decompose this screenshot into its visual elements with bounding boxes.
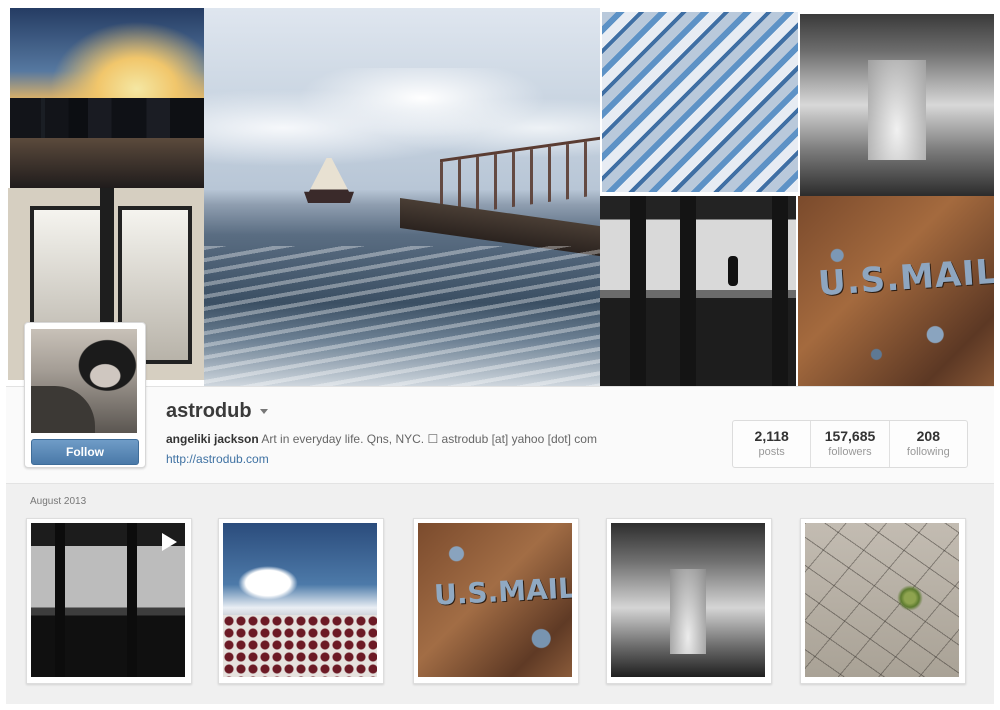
cover-photo-blue-texture[interactable] [602,12,798,192]
cover-photo-harbor[interactable] [204,8,600,386]
stat-followers[interactable]: 157,685 followers [811,421,890,467]
photo-card[interactable] [218,518,384,684]
mailbox-lettering: U.S.MAIL [433,571,572,612]
follow-button[interactable]: Follow [31,439,139,465]
cloud [233,563,303,603]
platform-pole [127,523,137,677]
profile-username[interactable]: astrodub [166,400,252,423]
station-column [630,196,646,392]
sprout [897,585,923,611]
skyline-silhouette [10,98,205,138]
profile-website-link[interactable]: http://astrodub.com [166,452,269,466]
following-count: 208 [916,428,940,444]
play-icon[interactable] [162,533,177,551]
posts-label: posts [758,446,785,458]
avatar-card: Follow [24,322,146,468]
photo-cracked-pavement [805,523,959,677]
cover-photo-mailbox[interactable]: U.S.MAIL [798,196,994,394]
cover-photo-skyline[interactable] [10,8,205,188]
profile-stats: 2,118 posts 157,685 followers 208 follow… [732,420,968,468]
walking-figure [728,256,738,286]
stat-following[interactable]: 208 following [890,421,967,467]
following-label: following [906,446,950,458]
stat-posts[interactable]: 2,118 posts [733,421,812,467]
photo-card[interactable] [26,518,192,684]
chevron-down-icon[interactable] [260,409,268,414]
month-label: August 2013 [30,496,87,507]
followers-label: followers [828,446,872,458]
cover-photo-walkway[interactable] [800,14,994,196]
photo-sky-building [223,523,377,677]
profile-page: U.S.MAIL Follow astrodub angeliki jackso… [0,0,1000,710]
platform-pole [55,523,65,677]
building-facade [223,615,377,677]
profile-bio: angeliki jackson Art in everyday life. Q… [166,432,597,446]
photo-card[interactable] [606,518,772,684]
profile-bio-text: Art in everyday life. Qns, NYC. ☐ astrod… [261,432,597,446]
harbor-waves [204,246,600,386]
avatar[interactable] [31,329,137,433]
station-column [680,196,696,392]
mailbox-lettering: U.S.MAIL [816,251,994,305]
station-column [772,196,788,392]
profile-full-name: angeliki jackson [166,432,259,446]
photo-station-platform [31,523,185,677]
cover-photo-station[interactable] [600,196,796,392]
water-reflection [10,138,205,188]
photo-card[interactable] [800,518,966,684]
followers-count: 157,685 [824,428,876,444]
photo-mailbox: U.S.MAIL [418,523,572,677]
posts-count: 2,118 [754,428,789,444]
photo-walkway [611,523,765,677]
photo-card[interactable]: U.S.MAIL [413,518,579,684]
